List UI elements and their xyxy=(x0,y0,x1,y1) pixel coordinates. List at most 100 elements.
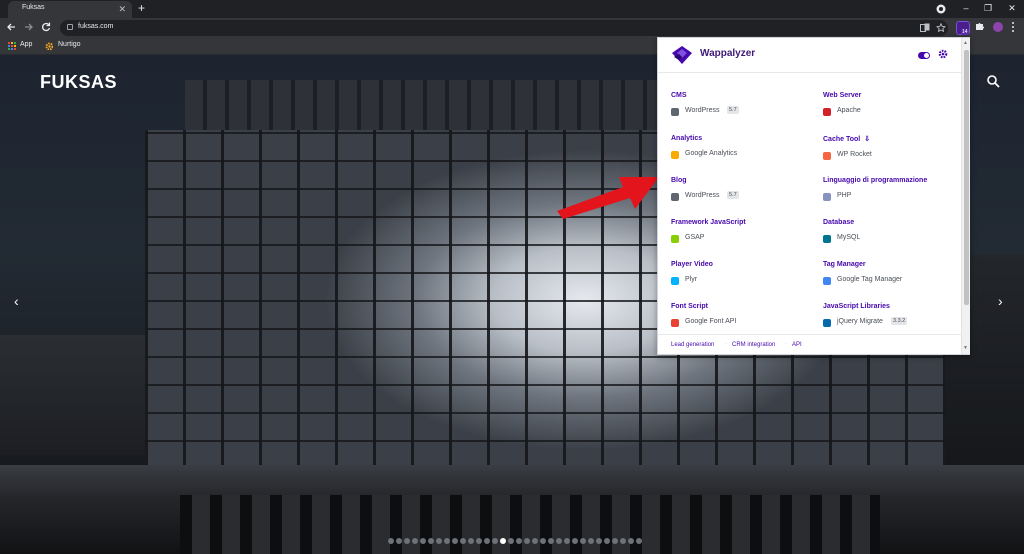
slider-dot[interactable] xyxy=(476,538,482,544)
gear-orange-icon[interactable] xyxy=(45,42,53,50)
new-tab-button[interactable]: + xyxy=(138,1,145,16)
footer-link-lead-generation[interactable]: Lead generation xyxy=(671,342,714,348)
bookmark-nurtigo[interactable]: Nurtigo xyxy=(58,41,81,48)
category-name[interactable]: Font Script xyxy=(671,303,708,310)
category-name[interactable]: Cache Tool ⇩ xyxy=(823,135,870,143)
technology-name[interactable]: WP Rocket xyxy=(837,151,872,158)
lock-icon[interactable] xyxy=(67,24,73,30)
slider-dot[interactable] xyxy=(412,538,418,544)
slider-prev-arrow-icon[interactable]: ‹ xyxy=(14,294,19,308)
slider-dot[interactable] xyxy=(460,538,466,544)
bookmark-star-icon[interactable] xyxy=(936,23,946,33)
slider-dot[interactable] xyxy=(484,538,490,544)
profile-indicator-icon[interactable] xyxy=(936,4,946,14)
scroll-down-icon[interactable]: ▼ xyxy=(963,345,968,351)
detection-toggle[interactable] xyxy=(918,52,930,59)
slider-dot[interactable] xyxy=(388,538,394,544)
technology-row[interactable]: Google Analytics xyxy=(671,149,737,161)
category-name[interactable]: Blog xyxy=(671,177,687,184)
technology-name[interactable]: PHP xyxy=(837,192,851,199)
minimize-button[interactable]: – xyxy=(956,1,976,16)
popup-scrollbar[interactable]: ▲ ▼ xyxy=(961,38,970,354)
slider-dot[interactable] xyxy=(508,538,514,544)
technology-row[interactable]: WordPress 5.7 xyxy=(671,191,739,203)
slider-dot[interactable] xyxy=(524,538,530,544)
technology-row[interactable]: PHP xyxy=(823,191,927,203)
slider-dot[interactable] xyxy=(564,538,570,544)
category-name[interactable]: Analytics xyxy=(671,135,702,142)
technology-row[interactable]: jQuery Migrate 3.3.2 xyxy=(823,317,908,329)
search-icon[interactable] xyxy=(986,74,1000,88)
slider-dot[interactable] xyxy=(588,538,594,544)
slider-dot[interactable] xyxy=(580,538,586,544)
technology-name[interactable]: Google Analytics xyxy=(685,150,737,157)
slider-dot[interactable] xyxy=(428,538,434,544)
slider-next-arrow-icon[interactable]: › xyxy=(998,294,1003,308)
slider-dot[interactable] xyxy=(628,538,634,544)
technology-row[interactable]: WordPress 5.7 xyxy=(671,106,739,118)
slider-dot[interactable] xyxy=(548,538,554,544)
slider-dot[interactable] xyxy=(492,538,498,544)
menu-kebab-icon[interactable] xyxy=(1010,21,1016,33)
category-name[interactable]: Player Video xyxy=(671,261,713,268)
technology-name[interactable]: MySQL xyxy=(837,234,860,241)
avatar[interactable] xyxy=(993,22,1003,32)
category-name[interactable]: Web Server xyxy=(823,92,861,99)
settings-gear-icon[interactable] xyxy=(938,49,948,59)
slider-dot[interactable] xyxy=(540,538,546,544)
technology-name[interactable]: WordPress xyxy=(685,192,720,199)
slider-dot[interactable] xyxy=(532,538,538,544)
url-text[interactable]: fuksas.com xyxy=(78,23,113,30)
translate-icon[interactable] xyxy=(920,23,930,33)
back-icon[interactable] xyxy=(6,22,16,32)
pin-icon[interactable]: ⇩ xyxy=(864,136,870,143)
slider-dot[interactable] xyxy=(604,538,610,544)
slider-dot[interactable] xyxy=(404,538,410,544)
footer-link-crm-integration[interactable]: CRM integration xyxy=(732,342,775,348)
close-window-button[interactable]: ✕ xyxy=(1002,1,1022,16)
slider-dot[interactable] xyxy=(572,538,578,544)
slider-dot[interactable] xyxy=(420,538,426,544)
technology-row[interactable]: GSAP xyxy=(671,233,746,245)
category-name[interactable]: Framework JavaScript xyxy=(671,219,746,226)
category-name[interactable]: CMS xyxy=(671,92,687,99)
slider-dot[interactable] xyxy=(516,538,522,544)
category-name[interactable]: Linguaggio di programmazione xyxy=(823,177,927,184)
bookmark-app[interactable]: App xyxy=(20,41,32,48)
technology-name[interactable]: Google Tag Manager xyxy=(837,276,902,283)
forward-icon[interactable] xyxy=(24,22,34,32)
site-logo[interactable]: FUKSAS xyxy=(40,72,117,93)
maximize-button[interactable]: ❐ xyxy=(978,1,998,16)
slider-dot[interactable] xyxy=(636,538,642,544)
technology-row[interactable]: Apache xyxy=(823,106,861,118)
tab-close-icon[interactable]: ✕ xyxy=(118,3,126,15)
apps-grid-icon[interactable] xyxy=(8,42,16,50)
technology-name[interactable]: WordPress xyxy=(685,107,720,114)
category-name[interactable]: Tag Manager xyxy=(823,261,866,268)
slider-dot[interactable] xyxy=(620,538,626,544)
tab-fuksas[interactable]: Fuksas ✕ xyxy=(8,1,132,18)
technology-name[interactable]: Apache xyxy=(837,107,861,114)
technology-name[interactable]: Plyr xyxy=(685,276,697,283)
address-bar[interactable]: fuksas.com xyxy=(60,20,948,36)
slider-dot[interactable] xyxy=(468,538,474,544)
slider-dot[interactable] xyxy=(596,538,602,544)
technology-name[interactable]: jQuery Migrate xyxy=(837,318,883,325)
technology-name[interactable]: Google Font API xyxy=(685,318,736,325)
technology-row[interactable]: Google Font API xyxy=(671,317,736,329)
footer-link-api[interactable]: API xyxy=(792,342,802,348)
technology-row[interactable]: WP Rocket xyxy=(823,150,872,162)
scrollbar-thumb[interactable] xyxy=(964,50,969,305)
scroll-up-icon[interactable]: ▲ xyxy=(963,40,968,46)
category-name[interactable]: Database xyxy=(823,219,854,226)
slider-dot[interactable] xyxy=(612,538,618,544)
reload-icon[interactable] xyxy=(41,22,51,32)
slider-dot[interactable] xyxy=(556,538,562,544)
extensions-puzzle-icon[interactable] xyxy=(975,21,985,31)
slider-dot[interactable] xyxy=(500,538,506,544)
category-name[interactable]: JavaScript Libraries xyxy=(823,303,890,310)
slider-dot[interactable] xyxy=(444,538,450,544)
technology-row[interactable]: MySQL xyxy=(823,233,860,245)
technology-row[interactable]: Google Tag Manager xyxy=(823,275,902,287)
technology-name[interactable]: GSAP xyxy=(685,234,704,241)
